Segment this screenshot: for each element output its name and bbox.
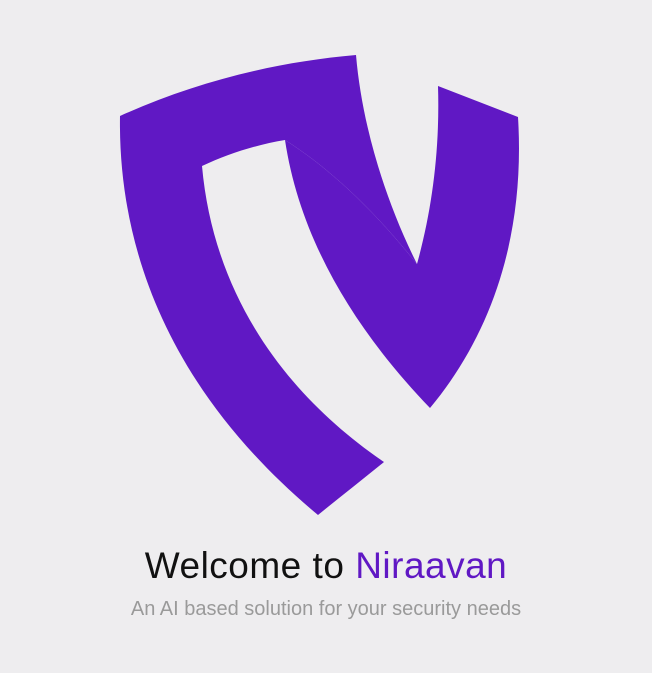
tagline: An AI based solution for your security n…	[130, 598, 522, 620]
welcome-heading: Welcome to Niraavan	[0, 541, 652, 591]
splash-screen: Welcome to Niraavan An AI based solution…	[0, 0, 652, 673]
brand-name: Niraavan	[355, 545, 508, 586]
welcome-prefix: Welcome to	[144, 545, 356, 586]
shield-icon	[119, 55, 519, 515]
